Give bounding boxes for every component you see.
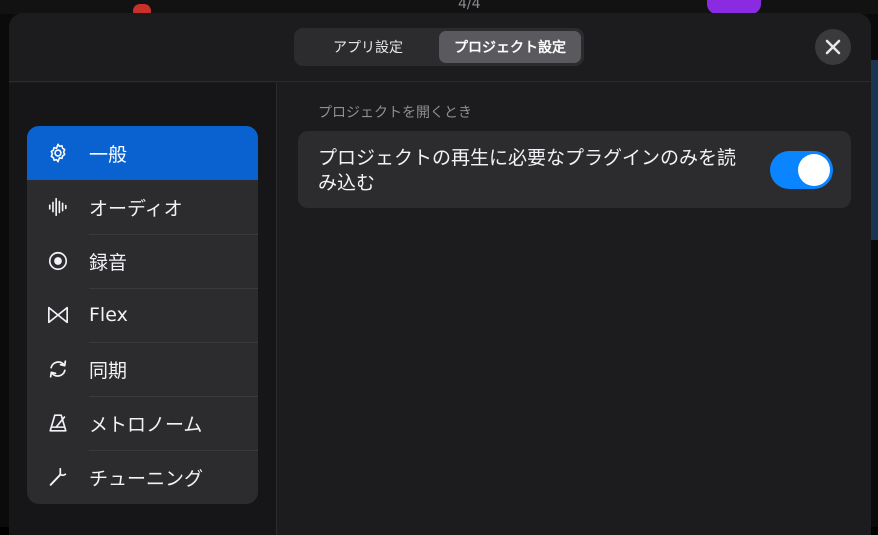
sidebar-item-recording[interactable]: 録音 xyxy=(27,234,258,288)
close-icon xyxy=(825,39,841,55)
background-counter: 4/4 xyxy=(458,0,481,12)
sidebar-item-label: 録音 xyxy=(89,251,128,274)
sidebar: 一般 オーディオ 録音 Flex 同期 メトロノーム チューニング xyxy=(27,126,258,504)
sidebar-item-audio[interactable]: オーディオ xyxy=(27,180,258,234)
flex-icon xyxy=(46,303,70,327)
close-button[interactable] xyxy=(815,29,851,65)
sidebar-item-label: 同期 xyxy=(89,359,128,382)
sidebar-item-metronome[interactable]: メトロノーム xyxy=(27,396,258,450)
sidebar-item-label: Flex xyxy=(89,304,128,326)
sidebar-item-label: メトロノーム xyxy=(89,413,203,436)
setting-label: プロジェクトの再生に必要なプラグインのみを読み込む xyxy=(318,147,737,194)
sidebar-panel: 一般 オーディオ 録音 Flex 同期 メトロノーム チューニング xyxy=(9,83,277,535)
sync-icon xyxy=(46,357,70,381)
waveform-icon xyxy=(46,195,70,219)
setting-row: プロジェクトの再生に必要なプラグインのみを読み込む xyxy=(298,131,851,208)
sidebar-item-tuning[interactable]: チューニング xyxy=(27,450,258,504)
gear-icon xyxy=(46,141,70,165)
metronome-icon xyxy=(46,411,70,435)
toggle-knob xyxy=(798,154,830,186)
tab-project-settings[interactable]: プロジェクト設定 xyxy=(439,31,581,63)
sidebar-item-sync[interactable]: 同期 xyxy=(27,342,258,396)
record-icon xyxy=(46,249,70,273)
dialog-header: アプリ設定 プロジェクト設定 xyxy=(9,13,871,82)
tuning-fork-icon xyxy=(46,465,70,489)
load-required-plugins-toggle[interactable] xyxy=(770,151,833,189)
sidebar-item-label: チューニング xyxy=(89,467,204,490)
sidebar-item-label: オーディオ xyxy=(89,197,183,220)
settings-dialog: アプリ設定 プロジェクト設定 一般 オーディオ 録音 Flex 同期 メトロノー… xyxy=(9,13,871,535)
tab-app-settings[interactable]: アプリ設定 xyxy=(297,31,439,63)
background-marker xyxy=(707,0,761,14)
sidebar-item-label: 一般 xyxy=(89,143,128,166)
settings-scope-segmented-control: アプリ設定 プロジェクト設定 xyxy=(294,28,584,66)
sidebar-item-flex[interactable]: Flex xyxy=(27,288,258,342)
sidebar-item-general[interactable]: 一般 xyxy=(27,126,258,180)
section-title: プロジェクトを開くとき xyxy=(318,105,472,121)
